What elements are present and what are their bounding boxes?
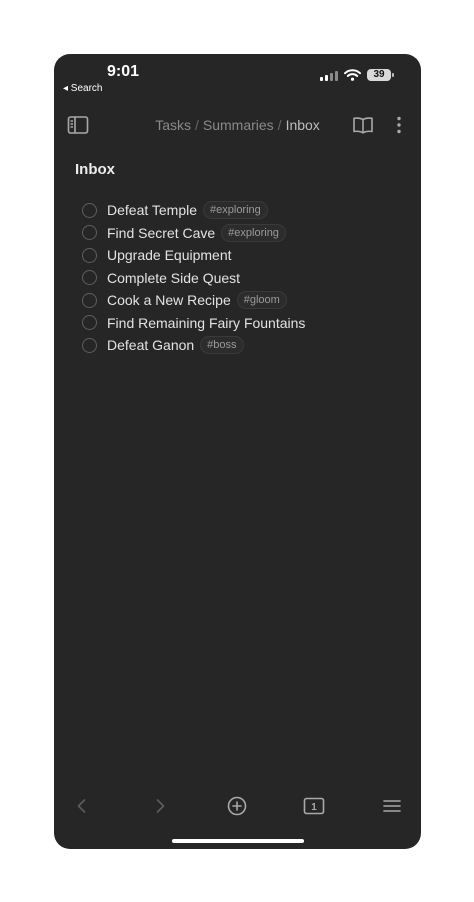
task-item: Complete Side Quest xyxy=(82,267,305,290)
task-checkbox[interactable] xyxy=(82,292,97,308)
breadcrumb-separator: / xyxy=(277,117,282,133)
tabs-icon[interactable]: 1 xyxy=(302,794,326,818)
task-item: Find Secret Cave #exploring xyxy=(82,222,305,245)
breadcrumb-separator: / xyxy=(194,117,199,133)
task-checkbox[interactable] xyxy=(82,270,97,286)
task-checkbox[interactable] xyxy=(82,315,97,331)
back-to-search-link[interactable]: ◂ Search xyxy=(63,83,102,94)
battery-indicator: 39 xyxy=(367,69,394,81)
task-label[interactable]: Find Secret Cave xyxy=(107,225,215,241)
forward-arrow-icon[interactable] xyxy=(148,794,172,818)
more-vertical-icon[interactable] xyxy=(391,113,407,137)
task-label[interactable]: Defeat Temple xyxy=(107,202,197,218)
bottom-toolbar: 1 xyxy=(54,792,421,820)
back-arrow-icon[interactable] xyxy=(70,794,94,818)
app-screen: 9:01 ◂ Search 39 Tasks / Summaries / Inbox xyxy=(54,54,421,849)
task-item: Cook a New Recipe #gloom xyxy=(82,289,305,312)
task-checkbox[interactable] xyxy=(82,225,97,241)
wifi-icon xyxy=(344,69,361,81)
book-icon[interactable] xyxy=(351,113,375,137)
breadcrumb-current[interactable]: Inbox xyxy=(286,117,320,133)
task-item: Defeat Ganon #boss xyxy=(82,334,305,357)
task-item: Upgrade Equipment xyxy=(82,244,305,267)
cellular-signal-icon xyxy=(320,70,338,81)
menu-icon[interactable] xyxy=(380,794,404,818)
status-indicators: 39 xyxy=(320,69,394,81)
home-indicator[interactable] xyxy=(172,839,304,843)
task-label[interactable]: Upgrade Equipment xyxy=(107,247,232,263)
task-item: Defeat Temple #exploring xyxy=(82,199,305,222)
task-list: Defeat Temple #exploring Find Secret Cav… xyxy=(82,199,305,357)
breadcrumb-tasks[interactable]: Tasks xyxy=(155,117,191,133)
add-circle-icon[interactable] xyxy=(225,794,249,818)
task-tag[interactable]: #gloom xyxy=(236,291,287,310)
task-label[interactable]: Defeat Ganon xyxy=(107,337,194,353)
page-title: Inbox xyxy=(75,161,115,178)
status-time: 9:01 xyxy=(107,63,140,80)
task-label[interactable]: Cook a New Recipe xyxy=(107,292,231,308)
task-checkbox[interactable] xyxy=(82,337,97,353)
tab-count: 1 xyxy=(311,802,317,813)
task-label[interactable]: Find Remaining Fairy Fountains xyxy=(107,315,305,331)
task-tag[interactable]: #exploring xyxy=(221,223,286,242)
task-checkbox[interactable] xyxy=(82,202,97,218)
task-checkbox[interactable] xyxy=(82,247,97,263)
top-toolbar: Tasks / Summaries / Inbox xyxy=(54,109,421,141)
task-tag[interactable]: #boss xyxy=(200,336,244,355)
task-label[interactable]: Complete Side Quest xyxy=(107,270,240,286)
breadcrumb-summaries[interactable]: Summaries xyxy=(203,117,274,133)
task-tag[interactable]: #exploring xyxy=(203,201,268,220)
task-item: Find Remaining Fairy Fountains xyxy=(82,312,305,335)
